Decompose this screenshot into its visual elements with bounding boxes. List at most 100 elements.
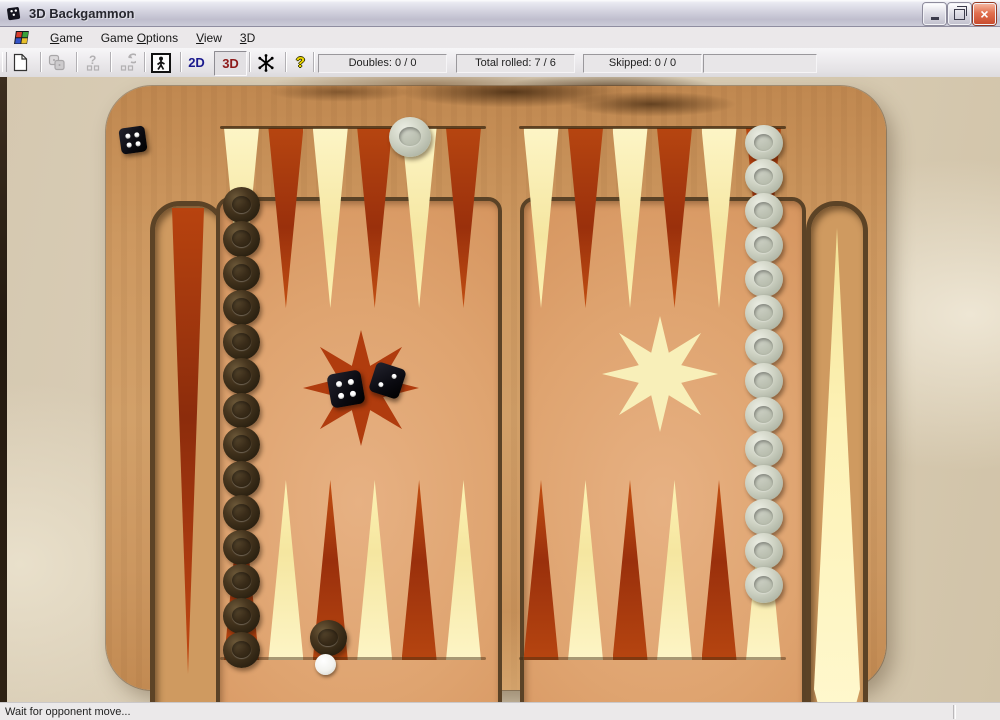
checker-white[interactable] bbox=[745, 567, 783, 603]
board-point-red[interactable] bbox=[446, 128, 481, 308]
checker-white[interactable] bbox=[745, 499, 783, 535]
toolbar-separator bbox=[144, 52, 146, 72]
checker-black[interactable] bbox=[223, 461, 260, 497]
svg-text:?: ? bbox=[89, 53, 96, 67]
roll-dice-button[interactable] bbox=[254, 51, 277, 74]
board-point-cream[interactable] bbox=[313, 128, 348, 308]
ball-marker[interactable] bbox=[315, 654, 336, 675]
toolbar-grip[interactable] bbox=[2, 52, 7, 72]
die-pip bbox=[377, 381, 384, 388]
checker-dimple bbox=[232, 196, 251, 213]
checker-white[interactable] bbox=[745, 397, 783, 433]
checker-black[interactable] bbox=[223, 221, 260, 257]
board-point-cream[interactable] bbox=[524, 128, 559, 308]
checker-dimple bbox=[232, 367, 251, 384]
checker-dimple bbox=[754, 168, 774, 186]
undo-button[interactable] bbox=[115, 51, 138, 74]
die[interactable] bbox=[326, 369, 365, 408]
toolbar: ? 2D 3D bbox=[0, 48, 1000, 78]
checker-white[interactable] bbox=[745, 261, 783, 297]
board-point-red[interactable] bbox=[702, 480, 737, 660]
checker-white[interactable] bbox=[745, 363, 783, 399]
board-point-cream[interactable] bbox=[568, 480, 603, 660]
network-game-button[interactable] bbox=[45, 51, 68, 74]
help-button[interactable]: ? bbox=[289, 51, 312, 74]
board-point-cream[interactable] bbox=[357, 480, 392, 660]
menu-game-options[interactable]: Game Options bbox=[92, 29, 187, 47]
board-point-cream[interactable] bbox=[268, 480, 303, 660]
menu-3d[interactable]: 3D bbox=[231, 29, 264, 47]
checker-black[interactable] bbox=[223, 187, 260, 223]
board-point-cream[interactable] bbox=[702, 128, 737, 308]
new-game-icon bbox=[12, 53, 29, 72]
game-canvas[interactable] bbox=[0, 77, 1000, 702]
restore-icon bbox=[954, 9, 965, 20]
doubles-panel: Doubles: 0 / 0 bbox=[318, 54, 447, 73]
checker-white[interactable] bbox=[745, 125, 783, 161]
board-point-red[interactable] bbox=[268, 128, 303, 308]
checker-black[interactable] bbox=[223, 598, 260, 634]
minimize-button[interactable] bbox=[923, 3, 946, 25]
checker-black[interactable] bbox=[223, 256, 260, 292]
checker-black[interactable] bbox=[223, 358, 260, 394]
extra-panel bbox=[703, 54, 817, 73]
checker-dimple bbox=[754, 270, 774, 288]
checker-dimple bbox=[232, 538, 251, 555]
checker-dimple bbox=[754, 406, 774, 424]
checker-dimple bbox=[232, 298, 251, 315]
checker-dimple bbox=[754, 338, 774, 356]
view-3d-label: 3D bbox=[222, 56, 239, 71]
new-game-button[interactable] bbox=[9, 51, 32, 74]
player-button[interactable] bbox=[149, 51, 172, 74]
board-pieces-layer bbox=[0, 77, 1000, 702]
hint-button[interactable]: ? bbox=[81, 51, 104, 74]
board-point-cream[interactable] bbox=[613, 128, 648, 308]
board-point-red[interactable] bbox=[657, 128, 692, 308]
view-2d-button[interactable]: 2D bbox=[185, 51, 208, 74]
checker-white[interactable] bbox=[745, 159, 783, 195]
checker-white[interactable] bbox=[745, 295, 783, 331]
checker-black[interactable] bbox=[223, 564, 260, 600]
board-hinge bbox=[220, 126, 486, 129]
app-icon[interactable] bbox=[6, 5, 22, 21]
checker-black[interactable] bbox=[223, 530, 260, 566]
close-icon: × bbox=[980, 5, 988, 23]
checker-dimple bbox=[754, 202, 774, 220]
board-point-red[interactable] bbox=[402, 480, 437, 660]
checker-dimple bbox=[754, 134, 774, 152]
menu-game[interactable]: Game bbox=[41, 29, 92, 47]
status-bar: Wait for opponent move... bbox=[0, 702, 1000, 720]
view-3d-button[interactable]: 3D bbox=[214, 51, 247, 76]
restore-button[interactable] bbox=[948, 3, 971, 25]
die[interactable] bbox=[118, 125, 147, 154]
board-point-red[interactable] bbox=[357, 128, 392, 308]
checker-black[interactable] bbox=[223, 495, 260, 531]
board-point-cream[interactable] bbox=[446, 480, 481, 660]
board-point-red[interactable] bbox=[613, 480, 648, 660]
checker-black[interactable] bbox=[310, 620, 347, 656]
checker-black[interactable] bbox=[223, 427, 260, 463]
die-pip bbox=[134, 132, 139, 137]
toolbar-separator bbox=[249, 52, 251, 72]
checker-black[interactable] bbox=[223, 393, 260, 429]
die-pip bbox=[348, 379, 355, 386]
checker-white[interactable] bbox=[745, 465, 783, 501]
checker-white[interactable] bbox=[745, 329, 783, 365]
checker-white[interactable] bbox=[389, 117, 431, 157]
checker-white[interactable] bbox=[745, 431, 783, 467]
checker-dimple bbox=[754, 440, 774, 458]
checker-black[interactable] bbox=[223, 632, 260, 668]
board-point-red[interactable] bbox=[524, 480, 559, 660]
checker-black[interactable] bbox=[223, 290, 260, 326]
checker-white[interactable] bbox=[745, 533, 783, 569]
board-point-cream[interactable] bbox=[657, 480, 692, 660]
checker-black[interactable] bbox=[223, 324, 260, 360]
checker-white[interactable] bbox=[745, 227, 783, 263]
checker-dimple bbox=[232, 572, 251, 589]
close-button[interactable]: × bbox=[973, 3, 996, 25]
title-bar[interactable]: 3D Backgammon × bbox=[0, 0, 1000, 27]
board-point-red[interactable] bbox=[568, 128, 603, 308]
checker-white[interactable] bbox=[745, 193, 783, 229]
checker-dimple bbox=[754, 542, 774, 560]
menu-view[interactable]: View bbox=[187, 29, 231, 47]
